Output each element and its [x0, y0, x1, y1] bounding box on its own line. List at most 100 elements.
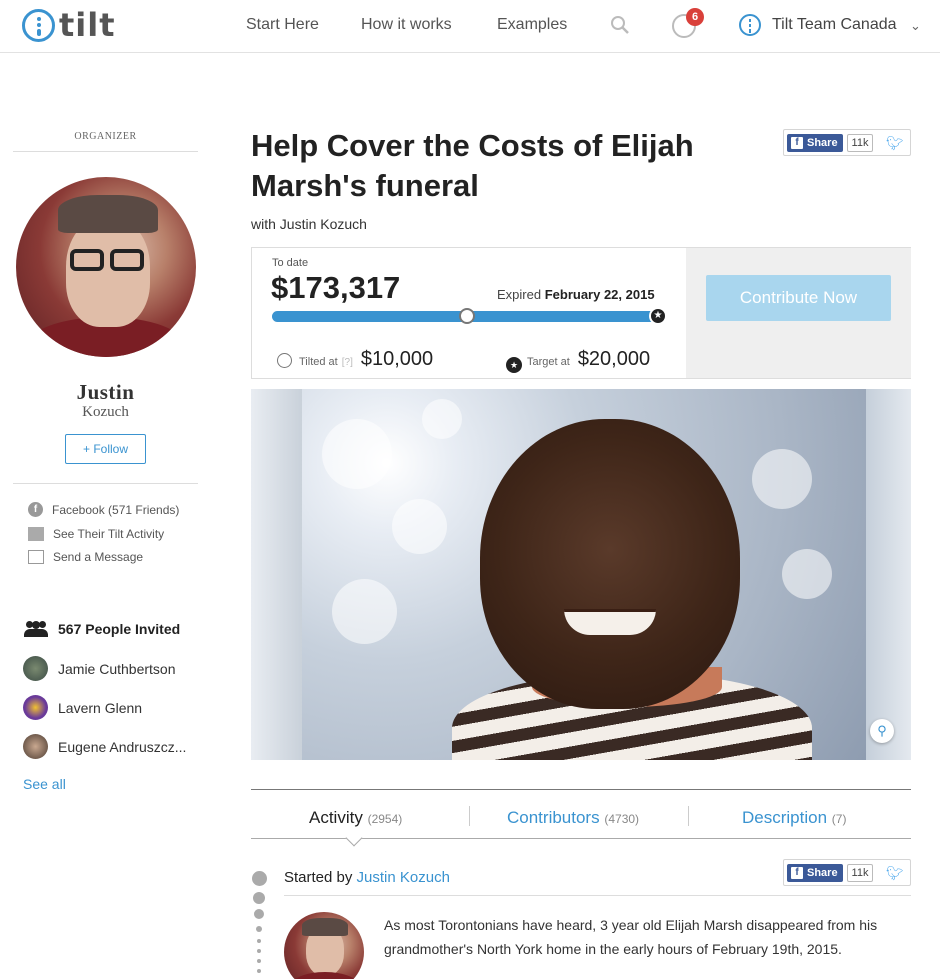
nav-how-it-works[interactable]: How it works — [361, 16, 452, 34]
facebook-icon: f — [791, 867, 803, 879]
timeline-dot — [257, 949, 261, 953]
see-all-link[interactable]: See all — [23, 776, 66, 792]
divider — [13, 483, 198, 484]
timeline-dot — [253, 892, 265, 904]
nav-start-here[interactable]: Start Here — [246, 16, 319, 34]
timeline-dot — [257, 969, 261, 973]
target-amount: $20,000 — [577, 348, 651, 370]
tab-activity[interactable]: Activity (2954) — [309, 808, 402, 828]
organizer-last-name: Kozuch — [82, 404, 129, 420]
contribute-now-button[interactable]: Contribute Now — [706, 275, 891, 321]
tab-activity-count: (2954) — [367, 812, 403, 826]
tab-contributors-label: Contributors — [507, 808, 600, 827]
share-count: 11k — [847, 134, 873, 152]
avatar — [23, 734, 48, 759]
campaign-photo[interactable] — [251, 389, 911, 760]
tilt-activity-label: See Their Tilt Activity — [53, 527, 165, 541]
contribute-area: Contribute Now — [686, 248, 911, 378]
envelope-icon — [28, 550, 44, 564]
timeline-dot — [252, 871, 267, 886]
started-by-row: Started by Justin Kozuch — [284, 869, 450, 886]
people-invited-heading: 567 People Invited — [24, 621, 180, 637]
tab-description-label: Description — [742, 808, 828, 827]
expired-label: Expired — [497, 287, 542, 302]
facebook-share-button[interactable]: f Share — [787, 134, 843, 152]
tab-pointer — [345, 829, 363, 847]
facebook-icon: f — [791, 137, 803, 149]
avatar — [23, 695, 48, 720]
send-message-link[interactable]: Send a Message — [28, 550, 143, 564]
organizer-first-name: Justin — [76, 380, 135, 404]
follow-button[interactable]: + Follow — [65, 434, 146, 464]
person-name: Eugene Andruszcz... — [58, 738, 187, 755]
twitter-icon[interactable]: 🐦︎ — [886, 865, 904, 882]
tab-contributors-count: (4730) — [604, 812, 640, 826]
tab-activity-label: Activity — [309, 808, 363, 827]
facebook-share-label: Share — [807, 137, 838, 149]
invited-person[interactable]: Eugene Andruszcz... — [23, 734, 186, 759]
divider — [13, 151, 198, 152]
send-message-label: Send a Message — [53, 550, 144, 564]
search-icon[interactable] — [610, 15, 630, 35]
organizer-label: ORGANIZER — [74, 131, 137, 142]
tilt-marker-icon — [459, 308, 475, 324]
facebook-friends-label: Facebook (571 Friends) — [52, 502, 180, 517]
organizer-avatar[interactable] — [16, 177, 196, 357]
funding-panel: To date $173,317 Expired February 22, 20… — [251, 247, 911, 379]
person-name: Jamie Cuthbertson — [58, 660, 176, 677]
facebook-friends-link[interactable]: f Facebook (571 Friends) — [28, 502, 179, 517]
started-by-label: Started by — [284, 869, 353, 886]
author-link[interactable]: Justin Kozuch — [357, 869, 450, 886]
tilted-help[interactable]: [?] — [342, 357, 353, 368]
zoom-icon[interactable]: ⚲ — [870, 719, 894, 743]
tilt-logo-icon — [22, 8, 55, 42]
activity-icon — [28, 527, 44, 541]
target-label: Target at — [527, 356, 570, 368]
nav-examples[interactable]: Examples — [497, 16, 567, 34]
people-icon — [24, 621, 48, 637]
people-invited-label: 567 People Invited — [58, 621, 181, 637]
divider — [284, 895, 911, 896]
avatar — [23, 656, 48, 681]
story-text: As most Torontonians have heard, 3 year … — [384, 917, 878, 957]
tilt-user-icon[interactable] — [739, 14, 761, 36]
target-row: ★ Target at $20,000 — [506, 348, 651, 373]
tilted-amount: $10,000 — [360, 348, 434, 370]
person-name: Lavern Glenn — [58, 699, 143, 716]
tab-description[interactable]: Description (7) — [742, 808, 846, 828]
facebook-share-label: Share — [807, 867, 838, 879]
invited-person[interactable]: Jamie Cuthbertson — [23, 656, 176, 681]
notification-badge: 6 — [686, 8, 704, 26]
progress-bar: ★ — [272, 307, 667, 325]
facebook-icon: f — [28, 502, 43, 517]
tilted-at-row: Tilted at [?] $10,000 — [277, 348, 433, 371]
expired-text: Expired February 22, 2015 — [497, 287, 655, 302]
amount-raised: $173,317 — [271, 270, 401, 305]
campaign-title: Help Cover the Costs of Elijah Marsh's f… — [251, 128, 694, 203]
timeline-dot — [257, 939, 261, 943]
logo-text: tilt — [59, 6, 116, 44]
expired-date: February 22, 2015 — [544, 287, 655, 302]
target-star-icon: ★ — [649, 307, 667, 325]
tilt-activity-link[interactable]: See Their Tilt Activity — [28, 527, 164, 541]
tilted-label: Tilted at — [299, 356, 338, 368]
campaign-with-text: with Justin Kozuch — [251, 216, 367, 232]
share-count: 11k — [847, 864, 873, 882]
author-avatar[interactable] — [284, 912, 364, 979]
tab-contributors[interactable]: Contributors (4730) — [507, 808, 639, 828]
timeline-dot — [256, 926, 262, 932]
twitter-icon[interactable]: 🐦︎ — [886, 135, 904, 152]
tab-description-count: (7) — [831, 812, 847, 826]
user-menu[interactable]: Tilt Team Canada — [772, 16, 897, 34]
tilt-logo[interactable]: tilt — [22, 6, 116, 44]
top-navbar: tilt Start Here How it works Examples 6 … — [0, 0, 940, 53]
to-date-label: To date — [272, 257, 309, 269]
invited-person[interactable]: Lavern Glenn — [23, 695, 142, 720]
share-widget: f Share 11k 🐦︎ — [783, 129, 911, 156]
timeline-dot — [257, 959, 261, 963]
share-widget: f Share 11k 🐦︎ — [783, 859, 911, 886]
chevron-down-icon[interactable]: ⌄ — [910, 18, 921, 34]
divider — [251, 789, 911, 790]
facebook-share-button[interactable]: f Share — [787, 864, 843, 882]
timeline-dot — [254, 909, 264, 919]
